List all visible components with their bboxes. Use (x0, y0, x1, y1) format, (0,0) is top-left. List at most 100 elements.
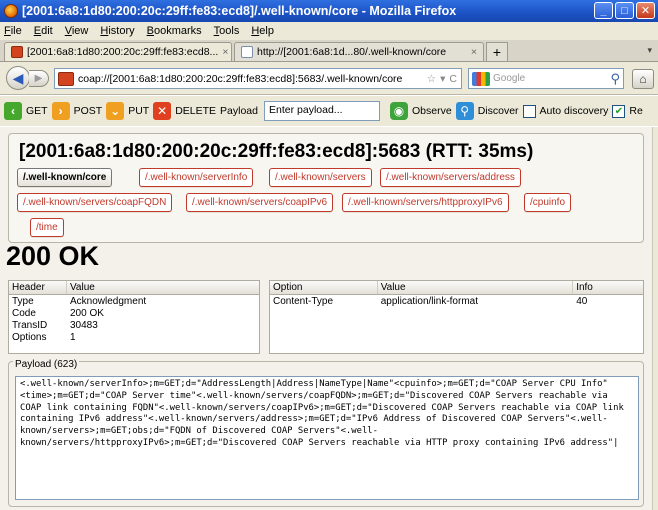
resource-button[interactable]: /.well-known/core (17, 168, 113, 187)
maximize-button[interactable]: □ (615, 2, 634, 19)
resource-button[interactable]: /.well-known/servers (269, 168, 372, 187)
home-button[interactable]: ⌂ (632, 69, 654, 89)
payload-legend: Payload (623) (13, 359, 80, 370)
table-cell: Content-Type (273, 295, 334, 307)
close-window-button[interactable]: ✕ (636, 2, 655, 19)
tab-coap-core[interactable]: [2001:6a8:1d80:200:20c:29ff:fe83:ecd8...… (4, 42, 232, 61)
get-icon[interactable]: ‹ (4, 102, 22, 120)
column-header[interactable]: Value (67, 282, 259, 293)
menu-tools[interactable]: Tools (214, 25, 240, 37)
site-identity-icon[interactable] (58, 71, 74, 86)
copper-toolbar: ‹ GET › POST ⌄ PUT ✕ DELETE Payload Ente… (0, 96, 658, 126)
menu-file[interactable]: File (4, 25, 22, 37)
search-bar[interactable]: Google ⚲ (468, 68, 624, 89)
copper-icon (11, 46, 23, 58)
bookmark-star-icon[interactable]: ☆ (427, 73, 436, 85)
menu-history[interactable]: History (100, 25, 134, 37)
menu-bar: File Edit View History Bookmarks Tools H… (0, 22, 658, 40)
retransmissions-label: Re (629, 105, 643, 117)
resource-button[interactable]: /time (30, 218, 64, 237)
post-button[interactable]: POST (74, 105, 103, 117)
tab-close-icon[interactable]: × (222, 46, 228, 58)
tab-label: http://[2001:6a8:1d...80/.well-known/cor… (257, 46, 447, 58)
table-cell: 40 (576, 295, 588, 307)
search-placeholder: Google (493, 73, 526, 84)
table-cell: Code (12, 307, 36, 319)
url-history-dropdown-icon[interactable]: ▾ (440, 73, 445, 85)
host-title: [2001:6a8:1d80:200:20c:29ff:fe83:ecd8]:5… (19, 141, 534, 162)
payload-textarea[interactable]: <.well-known/serverInfo>;m=GET;d="Addres… (15, 376, 639, 500)
url-bar[interactable]: coap://[2001:6a8:1d80:200:20c:29ff:fe83:… (54, 68, 462, 89)
window-controls: _ □ ✕ (594, 2, 655, 19)
put-button[interactable]: PUT (128, 105, 149, 117)
firefox-icon (4, 4, 18, 18)
column-header[interactable]: Info (573, 282, 643, 293)
resource-button[interactable]: /.well-known/servers/httpproxyIPv6 (342, 193, 509, 212)
header-table-head: Header Value (9, 281, 259, 295)
payload-label: Payload (220, 105, 258, 117)
table-cell: TransID (12, 319, 48, 331)
column-header[interactable]: Option (270, 281, 378, 294)
menu-edit[interactable]: Edit (34, 25, 53, 37)
table-row[interactable]: Options 1 (9, 331, 259, 343)
get-button[interactable]: GET (26, 105, 48, 117)
column-header[interactable]: Value (378, 281, 574, 294)
resource-button[interactable]: /cpuinfo (524, 193, 572, 212)
forward-button[interactable]: ▶ (29, 70, 49, 87)
new-tab-button[interactable]: + (486, 42, 508, 61)
retransmissions-checkbox[interactable]: ✔ (612, 104, 626, 118)
option-table-head: Option Value Info (270, 281, 643, 295)
discover-button[interactable]: Discover (478, 105, 519, 117)
observe-icon[interactable]: ◉ (390, 102, 408, 120)
table-row[interactable]: Content-Type application/link-format 40 (270, 295, 643, 307)
auto-discovery-label: Auto discovery (539, 105, 609, 117)
table-cell: 30483 (70, 319, 98, 331)
resource-button[interactable]: /.well-known/servers/coapFQDN (17, 193, 173, 212)
payload-input[interactable]: Enter payload... (264, 101, 380, 121)
menu-bookmarks[interactable]: Bookmarks (147, 25, 202, 37)
navigation-bar: ◀ ▶ coap://[2001:6a8:1d80:200:20c:29ff:f… (0, 62, 658, 95)
tab-bar: [2001:6a8:1d80:200:20c:29ff:fe83:ecd8...… (0, 40, 658, 62)
delete-button[interactable]: DELETE (175, 105, 216, 117)
table-row[interactable]: Code 200 OK (9, 307, 259, 319)
column-header[interactable]: Header (9, 281, 67, 294)
observe-button[interactable]: Observe (412, 105, 452, 117)
resource-button[interactable]: /.well-known/servers/address (380, 168, 521, 187)
host-panel: [2001:6a8:1d80:200:20c:29ff:fe83:ecd8]:5… (8, 133, 644, 243)
window-title: [2001:6a8:1d80:200:20c:29ff:fe83:ecd8]/.… (22, 4, 457, 18)
auto-discovery-checkbox[interactable] (522, 104, 536, 118)
vertical-scrollbar[interactable] (652, 127, 658, 510)
table-row[interactable]: TransID 30483 (9, 319, 259, 331)
option-table: Option Value Info Content-Type applicati… (269, 280, 644, 354)
table-row[interactable]: Type Acknowledgment (9, 295, 259, 307)
menu-view[interactable]: View (65, 25, 89, 37)
minimize-button[interactable]: _ (594, 2, 613, 19)
header-table: Header Value Type Acknowledgment Code 200 … (8, 280, 260, 354)
put-icon[interactable]: ⌄ (106, 102, 125, 120)
table-cell: Type (12, 295, 34, 307)
url-text[interactable]: coap://[2001:6a8:1d80:200:20c:29ff:fe83:… (78, 73, 423, 85)
table-cell: application/link-format (380, 295, 478, 307)
page-icon (241, 46, 253, 58)
delete-icon[interactable]: ✕ (153, 102, 172, 120)
table-cell: Acknowledgment (70, 295, 147, 307)
tab-http-core[interactable]: http://[2001:6a8:1d...80/.well-known/cor… (234, 42, 484, 61)
menu-help[interactable]: Help (251, 25, 274, 37)
main-content: [2001:6a8:1d80:200:20c:29ff:fe83:ecd8]:5… (0, 127, 652, 510)
search-go-icon[interactable]: ⚲ (610, 71, 620, 87)
reload-icon[interactable]: C (449, 73, 457, 85)
post-icon[interactable]: › (51, 102, 70, 120)
resource-button[interactable]: /.well-known/servers/coapIPv6 (186, 193, 334, 212)
window-titlebar: [2001:6a8:1d80:200:20c:29ff:fe83:ecd8]/.… (0, 0, 658, 22)
payload-panel: Payload (623) <.well-known/serverInfo>;m… (8, 359, 644, 507)
tab-close-icon[interactable]: × (471, 46, 477, 58)
back-button[interactable]: ◀ (6, 66, 30, 90)
table-cell: 200 OK (70, 307, 104, 319)
resource-button[interactable]: /.well-known/serverInfo (139, 168, 254, 187)
table-cell: Options (12, 331, 47, 343)
response-code: 200 OK (6, 241, 100, 271)
search-engine-icon[interactable] (472, 71, 490, 86)
table-cell: 1 (70, 331, 76, 343)
discover-icon[interactable]: ⚲ (455, 102, 474, 120)
tab-list-icon[interactable]: ▾ (647, 45, 652, 56)
